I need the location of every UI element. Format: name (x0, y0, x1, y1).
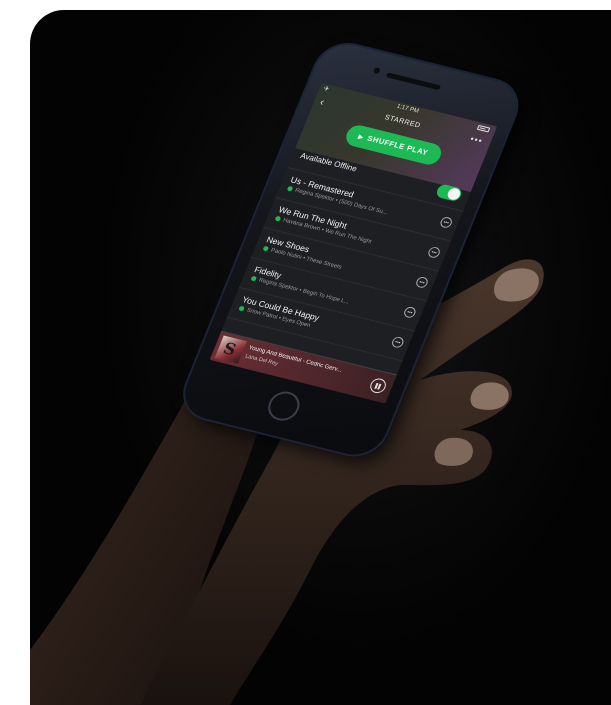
more-icon[interactable]: ••• (402, 305, 418, 319)
downloaded-icon (286, 185, 294, 192)
downloaded-icon (274, 215, 282, 222)
photo: ✈ 1:17 PM ‹ STARRED ••• ▶ SHUFFLE PLAY Av… (30, 10, 611, 705)
play-icon: ▶ (357, 134, 365, 142)
speaker (385, 72, 442, 91)
downloaded-icon (262, 245, 270, 252)
downloaded-icon (250, 275, 258, 282)
downloaded-icon (238, 305, 245, 312)
offline-label: Available Offline (299, 151, 359, 174)
camera (372, 67, 381, 75)
toggle-knob (445, 186, 463, 202)
offline-toggle[interactable] (434, 183, 464, 203)
more-icon[interactable]: ••• (426, 245, 442, 259)
more-icon[interactable]: ••• (390, 335, 406, 349)
more-icon[interactable]: ••• (438, 215, 454, 229)
more-icon[interactable]: ••• (414, 275, 430, 289)
pause-icon[interactable] (367, 376, 389, 395)
album-art: S (214, 335, 248, 364)
shuffle-label: SHUFFLE PLAY (366, 133, 430, 158)
home-button[interactable] (263, 388, 305, 424)
